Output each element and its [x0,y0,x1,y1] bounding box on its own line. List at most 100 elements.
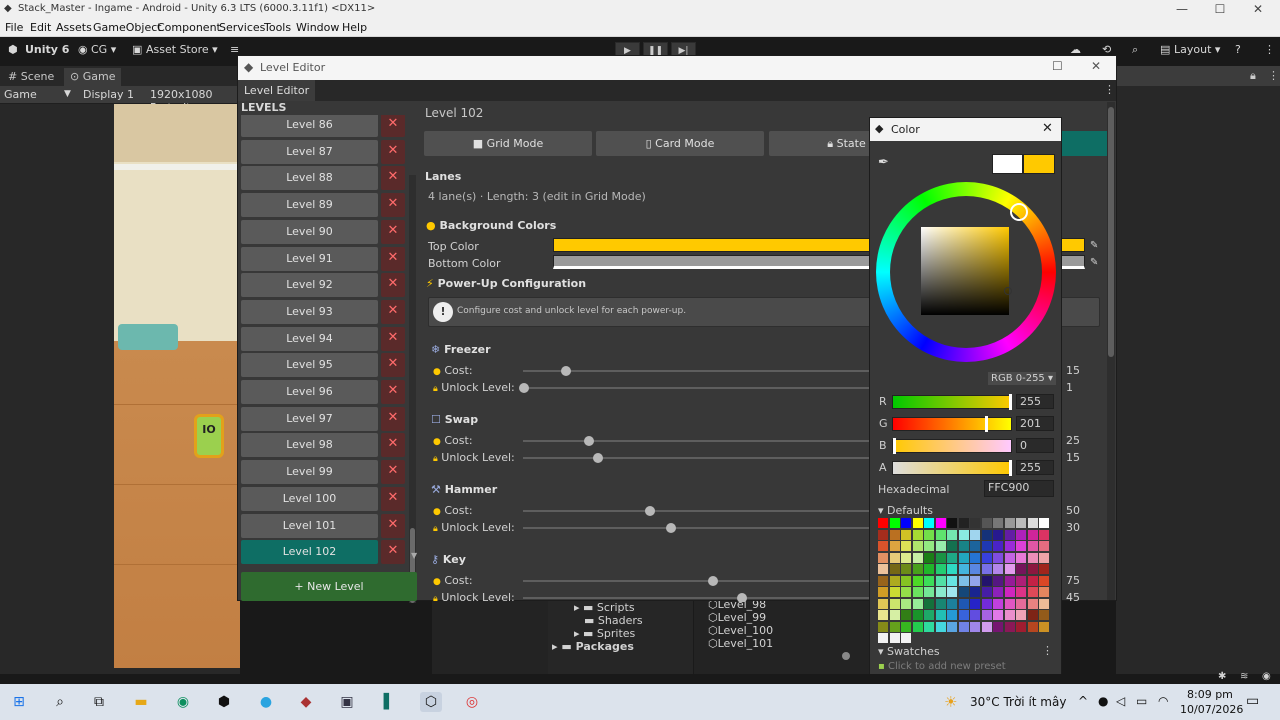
volume-icon[interactable]: ◁ [1116,694,1125,708]
color-swatch[interactable] [1016,564,1026,574]
powerup-unlock-value[interactable]: 15 [1066,451,1080,464]
color-swatch[interactable] [924,598,934,609]
menu-window[interactable]: Window [296,21,339,34]
green-value[interactable]: 201 [1016,416,1054,431]
battery-icon[interactable]: ▭ [1136,694,1147,708]
color-swatch[interactable] [1039,575,1049,586]
edge-icon[interactable]: ◉ [172,692,194,712]
delete-level-button[interactable]: ✕ [381,540,405,565]
green-slider[interactable] [892,416,1012,432]
slider-knob[interactable] [737,593,748,602]
level-item[interactable]: Level 88 [241,166,378,191]
unity-version-button[interactable]: Unity 6 [25,43,69,56]
color-swatch[interactable] [1039,541,1049,551]
slider-knob[interactable] [666,523,676,533]
color-swatch[interactable] [958,610,969,620]
level-item[interactable]: Level 102 [241,540,378,565]
color-swatch[interactable] [970,598,980,609]
color-swatch[interactable] [1039,552,1049,563]
chat-app-icon[interactable]: ● [255,692,277,712]
weather-text[interactable]: 30°C Trời ít mây [970,695,1066,709]
level-item[interactable]: Level 98 [241,433,378,458]
color-swatch[interactable] [1004,598,1015,609]
color-swatch[interactable] [1004,564,1015,574]
color-swatch[interactable] [878,575,888,586]
unity-editor-icon[interactable]: ⬡ [420,692,442,712]
color-swatch[interactable] [947,564,957,574]
alpha-value[interactable]: 255 [1016,460,1054,475]
tab-game[interactable]: ⊙ Game [64,68,122,86]
color-swatch[interactable] [912,518,923,528]
zoom-slider-knob[interactable] [842,652,850,660]
eyedropper-icon[interactable]: ✎ [1090,257,1098,268]
color-swatch[interactable] [1016,529,1026,540]
color-swatch[interactable] [935,598,946,609]
delete-level-button[interactable]: ✕ [381,299,405,324]
color-swatch[interactable] [889,541,900,551]
color-swatch[interactable] [993,598,1003,609]
color-swatch[interactable] [958,564,969,574]
level-item[interactable]: Level 97 [241,406,378,431]
search-icon[interactable]: ⌕ [49,692,71,712]
color-swatch[interactable] [947,552,957,563]
color-swatch[interactable] [970,552,980,563]
color-swatch[interactable] [1039,518,1049,528]
color-swatch[interactable] [1016,552,1026,563]
editor-icon[interactable]: ▌ [378,692,400,712]
level-item[interactable]: Level 87 [241,139,378,164]
delete-level-button[interactable]: ✕ [381,326,405,351]
powerup-cost-value[interactable]: 50 [1066,504,1080,517]
red-slider[interactable] [892,394,1012,410]
powerup-cost-value[interactable]: 25 [1066,434,1080,447]
color-swatch[interactable] [970,541,980,551]
color-swatch[interactable] [901,587,911,597]
color-swatch[interactable] [924,575,934,586]
color-swatch[interactable] [889,518,900,528]
delete-level-button[interactable]: ✕ [381,433,405,458]
color-swatch[interactable] [947,541,957,551]
color-swatch[interactable] [889,633,900,643]
slider-knob[interactable] [708,576,718,586]
color-swatch[interactable] [889,587,900,597]
color-swatch[interactable] [901,621,911,632]
tree-item-packages[interactable]: ▸ ▬ Packages [552,640,634,653]
color-swatch[interactable] [935,541,946,551]
delete-level-button[interactable]: ✕ [381,273,405,298]
wifi-icon[interactable]: ◠ [1158,694,1168,708]
powerup-cost-value[interactable]: 15 [1066,364,1080,377]
color-swatch[interactable] [878,552,888,563]
color-swatch[interactable] [970,529,980,540]
eyedropper-icon[interactable]: ✎ [1090,240,1098,251]
color-swatch[interactable] [1004,541,1015,551]
tab-level-editor[interactable]: Level Editor [238,80,316,101]
level-item[interactable]: Level 90 [241,219,378,244]
notifications-icon[interactable]: ▭ [1246,693,1259,709]
level-item[interactable]: Level 101 [241,513,378,538]
color-swatch[interactable] [981,552,992,563]
color-swatch[interactable] [878,529,888,540]
color-swatch[interactable] [889,575,900,586]
display-dropdown[interactable]: Display 1 [83,88,134,101]
color-swatch[interactable] [912,598,923,609]
color-swatch[interactable] [878,610,888,620]
recorder-icon[interactable]: ◎ [461,692,483,712]
color-swatch[interactable] [993,575,1003,586]
menu-edit[interactable]: Edit [30,21,51,34]
color-swatch[interactable] [912,564,923,574]
color-swatch[interactable] [1004,575,1015,586]
color-swatch[interactable] [878,633,888,643]
details-scrollbar[interactable] [1107,102,1115,600]
color-swatch[interactable] [1027,598,1038,609]
color-swatch[interactable] [878,541,888,551]
tree-item-scripts[interactable]: ▸ ▬ Scripts [574,601,635,614]
maximize-icon[interactable]: ☐ [1052,59,1063,73]
minimize-icon[interactable]: — [1172,2,1192,16]
notification-icon[interactable]: ◉ [1262,671,1271,682]
color-swatch[interactable] [958,541,969,551]
color-swatch[interactable] [1016,575,1026,586]
color-swatch[interactable] [958,575,969,586]
color-swatch[interactable] [889,529,900,540]
color-swatch[interactable] [1039,610,1049,620]
new-level-button[interactable]: + New Level [241,572,417,601]
add-preset-button[interactable]: ▪ Click to add new preset [878,661,1006,672]
